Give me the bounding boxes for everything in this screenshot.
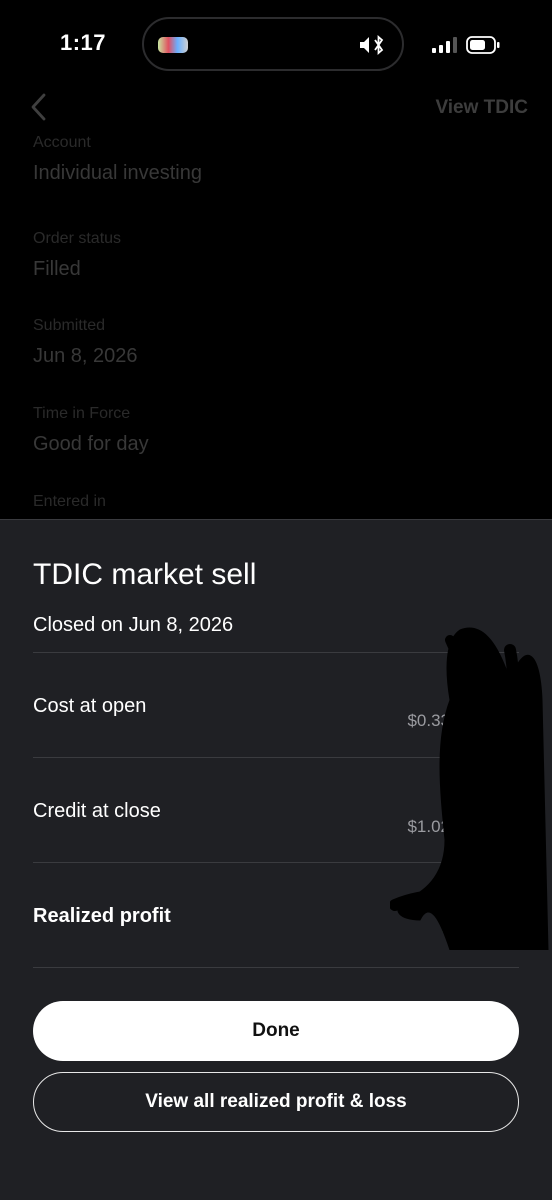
closed-date: Closed on Jun 8, 2026 — [33, 614, 234, 636]
view-all-realized-pnl-button[interactable]: View all realized profit & loss — [33, 1072, 519, 1132]
order-summary-sheet: TDIC market sell Closed on Jun 8, 2026 C… — [0, 519, 552, 1200]
divider — [33, 652, 519, 653]
divider — [33, 757, 519, 758]
field-label: Submitted — [33, 317, 106, 334]
field-value: Good for day — [33, 433, 149, 455]
realized-profit-percent: +209.64% — [441, 922, 519, 941]
field-value: Filled — [33, 258, 81, 280]
divider — [33, 862, 519, 863]
view-ticker-link[interactable]: View TDIC — [435, 97, 528, 119]
account-field: Account Individual investing — [33, 134, 202, 185]
divider — [33, 967, 519, 968]
credit-at-close-label: Credit at close — [33, 800, 161, 822]
cost-at-open-label: Cost at open — [33, 695, 147, 717]
order-status-field: Order status Filled — [33, 230, 121, 281]
chevron-left-icon[interactable] — [28, 92, 48, 122]
redaction-scribble — [390, 627, 549, 950]
realized-profit-label: Realized profit — [33, 905, 171, 927]
field-label: Order status — [33, 230, 122, 247]
cost-at-open-detail: $0.33 avg x 50 — [407, 711, 519, 730]
done-button[interactable]: Done — [33, 1001, 519, 1061]
field-label: Time in Force — [33, 405, 131, 422]
credit-at-close-detail: $1.02 avg x 50 — [407, 817, 519, 836]
field-value: Jun 8, 2026 — [33, 345, 138, 367]
entered-in-field: Entered in — [33, 493, 106, 511]
field-value: Individual investing — [33, 162, 202, 184]
time-in-force-field: Time in Force Good for day — [33, 405, 149, 456]
field-label: Account — [33, 134, 91, 151]
order-detail-page: View TDIC Account Individual investing O… — [0, 0, 552, 520]
sheet-title: TDIC market sell — [33, 558, 257, 591]
field-label: Entered in — [33, 493, 106, 510]
submitted-field: Submitted Jun 8, 2026 — [33, 317, 138, 368]
